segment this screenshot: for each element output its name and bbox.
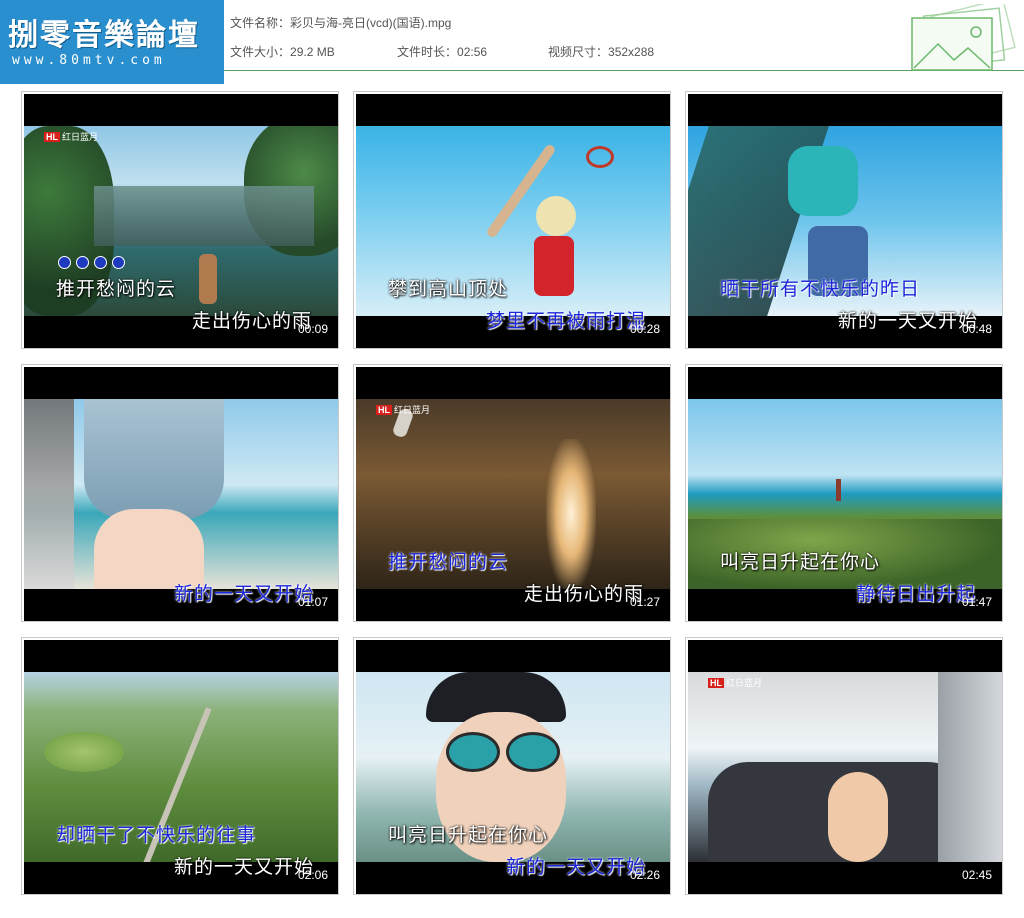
file-duration-label: 文件时长： (397, 45, 458, 59)
site-logo: 捌零音樂論壇 www.80mtv.com (0, 0, 224, 84)
lyric-line-2: 静待日出升起 (856, 583, 977, 605)
file-name-label: 文件名称： (230, 16, 291, 30)
video-thumbnail-4[interactable]: 新的一天又开始 01:07 (21, 364, 339, 622)
video-thumbnail-3[interactable]: 晒干所有不快乐的昨日 新的一天又开始 00:48 (685, 91, 1003, 349)
lyric-line-2: 走出伤心的雨 (192, 310, 313, 332)
video-thumbnail-1[interactable]: HL 红日蓝月 推开愁闷的云 走出伤心的雨 00:09 (21, 91, 339, 349)
lyric-line-1: 却晒干了不快乐的往事 (56, 824, 257, 846)
video-thumbnail-2[interactable]: 攀到高山顶处 梦里不再被雨打湿 00:28 (353, 91, 671, 349)
channel-logo: HL 红日蓝月 (376, 405, 431, 415)
file-duration-value: 02:56 (457, 45, 488, 59)
lyric-line-1: 推开愁闷的云 (388, 551, 509, 573)
header-divider (224, 70, 1024, 71)
file-duration-info: 文件时长：02:56 (397, 43, 487, 60)
timestamp: 02:26 (629, 868, 660, 882)
timestamp: 02:45 (961, 868, 992, 882)
timestamp: 00:48 (961, 322, 992, 336)
timestamp: 01:07 (297, 595, 328, 609)
video-frame: HL 红日蓝月 推开愁闷的云 走出伤心的雨 01:27 (356, 367, 670, 621)
lyric-line-1: 叫亮日升起在你心 (388, 824, 549, 846)
image-folder-icon (911, 4, 1016, 71)
file-name-info: 文件名称：彩贝与海-亮日(vcd)(国语).mpg (230, 14, 451, 31)
lyric-line-1: 叫亮日升起在你心 (720, 551, 881, 573)
timestamp: 01:27 (629, 595, 660, 609)
file-size-info: 文件大小：29.2 MB (230, 43, 335, 60)
lyric-line-2: 新的一天又开始 (174, 856, 315, 878)
logo-title: 捌零音樂論壇 (8, 18, 200, 53)
video-frame: HL 红日蓝月 02:45 (688, 640, 1002, 894)
lyric-line-2: 梦里不再被雨打湿 (486, 310, 647, 332)
lyric-line-2: 新的一天又开始 (506, 856, 647, 878)
video-frame: 攀到高山顶处 梦里不再被雨打湿 00:28 (356, 94, 670, 348)
channel-logo: HL 红日蓝月 (708, 678, 763, 688)
video-thumbnail-8[interactable]: 叫亮日升起在你心 新的一天又开始 02:26 (353, 637, 671, 895)
file-size-label: 文件大小： (230, 45, 291, 59)
video-thumbnail-7[interactable]: 却晒干了不快乐的往事 新的一天又开始 02:06 (21, 637, 339, 895)
video-frame: 却晒干了不快乐的往事 新的一天又开始 02:06 (24, 640, 338, 894)
scene-image (24, 399, 338, 589)
video-frame: 叫亮日升起在你心 新的一天又开始 02:26 (356, 640, 670, 894)
scene-image (688, 672, 1002, 862)
logo-url: www.80mtv.com (12, 53, 166, 68)
lyric-line-1: 推开愁闷的云 (56, 278, 177, 300)
lyric-line-1: 攀到高山顶处 (388, 278, 509, 300)
video-dimensions-value: 352x288 (608, 45, 655, 59)
video-thumbnail-6[interactable]: 叫亮日升起在你心 静待日出升起 01:47 (685, 364, 1003, 622)
video-dimensions-label: 视频尺寸： (548, 45, 609, 59)
timestamp: 00:09 (297, 322, 328, 336)
video-thumbnail-9[interactable]: HL 红日蓝月 02:45 (685, 637, 1003, 895)
channel-logo: HL 红日蓝月 (44, 132, 99, 142)
timestamp: 01:47 (961, 595, 992, 609)
video-frame: 叫亮日升起在你心 静待日出升起 01:47 (688, 367, 1002, 621)
file-name-value: 彩贝与海-亮日(vcd)(国语).mpg (290, 16, 452, 30)
video-frame: HL 红日蓝月 推开愁闷的云 走出伤心的雨 00:09 (24, 94, 338, 348)
video-thumbnail-5[interactable]: HL 红日蓝月 推开愁闷的云 走出伤心的雨 01:27 (353, 364, 671, 622)
lyric-line-2: 新的一天又开始 (838, 310, 979, 332)
lyric-line-2: 走出伤心的雨 (524, 583, 645, 605)
lyric-line-1: 晒干所有不快乐的昨日 (720, 278, 921, 300)
timestamp: 00:28 (629, 322, 660, 336)
file-size-value: 29.2 MB (290, 45, 335, 59)
video-dimensions-info: 视频尺寸：352x288 (548, 43, 654, 60)
countdown-dots (58, 254, 138, 269)
timestamp: 02:06 (297, 868, 328, 882)
lyric-line-1: 新的一天又开始 (174, 583, 315, 605)
video-frame: 新的一天又开始 01:07 (24, 367, 338, 621)
video-frame: 晒干所有不快乐的昨日 新的一天又开始 00:48 (688, 94, 1002, 348)
